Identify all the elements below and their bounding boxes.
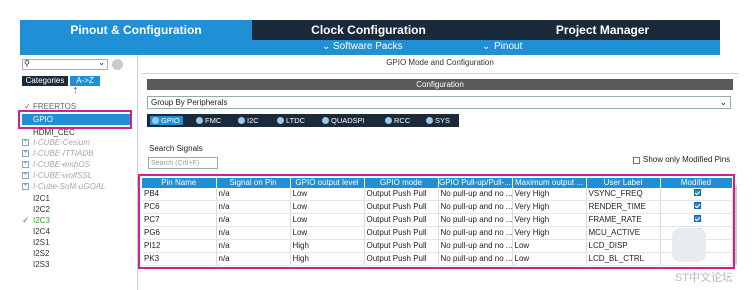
tab-rcc[interactable]: RCC [383,116,410,125]
category-search-input[interactable]: ⚲ ⌄ [22,58,108,70]
tab-sys[interactable]: SYS [424,116,450,125]
check-icon: ✓ [22,215,30,225]
tab-clock-configuration[interactable]: Clock Configuration [252,20,485,40]
panel-title: GPIO Mode and Configuration [386,58,494,67]
show-modified-checkbox[interactable] [633,157,640,164]
show-modified-label: Show only Modified Pins [643,155,731,164]
tab-i2c[interactable]: I2C [236,116,259,125]
list-item-i2c3[interactable]: I2C3 [33,216,50,225]
chevron-down-icon: ⌄ [719,97,727,107]
expand-icon[interactable]: + [22,150,29,157]
search-signals-input[interactable]: Search (Crtl+F) [148,157,218,169]
tab-project-manager[interactable]: Project Manager [485,20,720,40]
chevron-down-icon: ⌄ [322,41,331,52]
group-by-select[interactable]: Group By Peripherals ⌄ [147,96,731,109]
tab-fmc[interactable]: FMC [194,116,221,125]
list-item-i2s3[interactable]: I2S3 [33,260,49,269]
tab-categories[interactable]: Categories [22,76,68,86]
list-item-i2c2[interactable]: I2C2 [33,205,50,214]
tab-a-z[interactable]: A->Z [70,76,100,86]
tab-quadspi[interactable]: QUADSPI [320,116,365,125]
list-item-i2c4[interactable]: I2C4 [33,227,50,236]
list-item-i-cube-som-ugoal[interactable]: I-Cube-SoM-uGOAL [33,182,105,191]
software-packs-menu[interactable]: Software Packs [333,41,402,52]
tab-pinout-configuration[interactable]: Pinout & Configuration [20,20,252,40]
list-item-i2c1[interactable]: I2C1 [33,194,50,203]
list-item-i-cube-embos[interactable]: I-CUBE-embOS [33,160,90,169]
list-item-i-cube-ittiadb[interactable]: I-CUBE-ITTIADB [33,149,93,158]
pinout-menu[interactable]: Pinout [494,41,522,52]
list-item-hdmi-cec[interactable]: HDMI_CEC [33,128,75,137]
expand-icon[interactable]: + [22,183,29,190]
tab-gpio[interactable]: GPIO [150,116,183,125]
chevron-down-icon: ⌄ [482,41,491,52]
expand-icon[interactable]: + [22,172,29,179]
watermark-logo-icon [672,228,706,262]
search-signals-label: Search Signals [149,144,203,153]
expand-icon[interactable]: + [22,161,29,168]
settings-gear-icon[interactable] [112,59,123,70]
configuration-header: Configuration [147,79,733,90]
divider [141,73,739,74]
list-item-i-cube-wolfssl[interactable]: I-CUBE-wolfSSL [33,171,92,180]
sub-menu-bar: ⌄ Software Packs ⌄ Pinout [20,40,720,55]
sort-arrow-icon: ⇡ [72,86,79,95]
chevron-down-icon[interactable]: ⌄ [98,58,105,67]
search-icon: ⚲ [24,59,30,68]
list-item-i-cube-cesium[interactable]: I-CUBE-Cesium [33,138,90,147]
highlight-box-gpio [18,110,132,129]
highlight-box-table [138,174,735,269]
main-tab-bar: Pinout & Configuration Clock Configurati… [20,20,720,40]
tab-ltdc[interactable]: LTDC [275,116,305,125]
group-by-value: Group By Peripherals [151,98,228,107]
expand-icon[interactable]: + [22,139,29,146]
list-item-i2s2[interactable]: I2S2 [33,249,49,258]
list-item-i2s1[interactable]: I2S1 [33,238,49,247]
watermark-text: ST中文论坛 [675,272,734,284]
